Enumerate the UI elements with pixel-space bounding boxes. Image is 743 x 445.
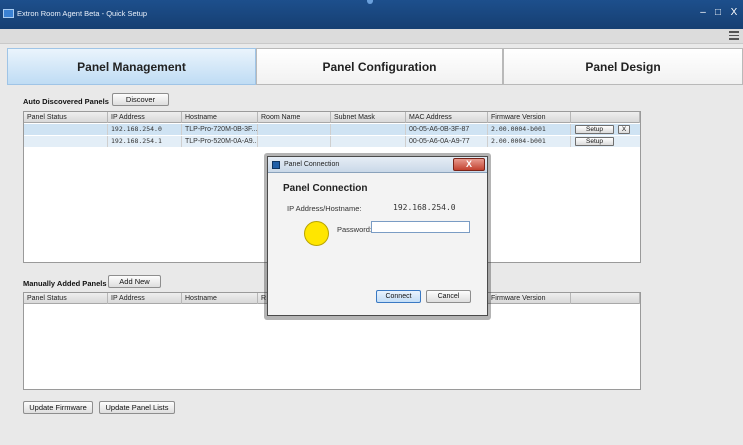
table-row[interactable]: 192.168.254.1 TLP-Pro-520M-0A-A9... 00-0…	[24, 136, 640, 147]
cancel-button[interactable]: Cancel	[426, 290, 471, 303]
column-header[interactable]: Hostname	[182, 112, 258, 123]
window-title: Extron Room Agent Beta - Quick Setup	[17, 9, 148, 18]
mac-address-cell: 00-05-A6-0A-A9-77	[406, 136, 488, 147]
ip-hostname-value: 192.168.254.0	[393, 203, 456, 212]
column-header[interactable]: IP Address	[108, 112, 182, 123]
column-header[interactable]: Room Name	[258, 112, 331, 123]
hamburger-menu-icon[interactable]	[729, 31, 739, 41]
password-field[interactable]	[371, 221, 470, 233]
panel-status-cell	[24, 136, 108, 147]
auto-discovered-label: Auto Discovered Panels	[23, 97, 109, 106]
room-name-cell[interactable]	[258, 124, 331, 135]
password-label: Password:	[337, 225, 373, 234]
subnet-mask-cell	[331, 124, 406, 135]
column-header	[571, 112, 640, 123]
column-header[interactable]: MAC Address	[406, 112, 488, 123]
dialog-title: Panel Connection	[284, 161, 340, 168]
column-header[interactable]: Panel Status	[24, 293, 108, 304]
column-header[interactable]: Panel Status	[24, 112, 108, 123]
cursor-highlight	[304, 221, 329, 246]
panel-connection-dialog: Panel Connection X Panel Connection IP A…	[267, 156, 488, 316]
tab-bar: Panel Management Panel Configuration Pan…	[7, 48, 743, 85]
update-panel-lists-button[interactable]: Update Panel Lists	[99, 401, 175, 414]
title-bar: Extron Room Agent Beta - Quick Setup – □…	[0, 0, 743, 29]
column-header[interactable]: Hostname	[182, 293, 258, 304]
minimize-button[interactable]: –	[696, 7, 710, 19]
firmware-cell: 2.00.0004-b001	[488, 124, 571, 135]
column-header[interactable]: Firmware Version	[488, 112, 571, 123]
dialog-heading: Panel Connection	[283, 183, 368, 194]
firmware-cell: 2.00.0004-b001	[488, 136, 571, 147]
ip-hostname-label: IP Address/Hostname:	[287, 204, 362, 213]
ip-address-cell: 192.168.254.0	[108, 124, 182, 135]
panel-status-cell	[24, 124, 108, 135]
column-header	[571, 293, 640, 304]
dialog-close-button[interactable]: X	[453, 158, 485, 171]
column-header[interactable]: Firmware Version	[488, 293, 571, 304]
title-bar-indicator	[367, 0, 373, 4]
dialog-title-bar[interactable]: Panel Connection X	[268, 157, 487, 173]
tab-panel-management[interactable]: Panel Management	[7, 48, 256, 85]
maximize-button[interactable]: □	[711, 7, 725, 19]
add-new-button[interactable]: Add New	[108, 275, 161, 288]
table-row[interactable]: 192.168.254.0 TLP-Pro-720M-0B-3F... 00-0…	[24, 124, 640, 135]
discover-button[interactable]: Discover	[112, 93, 169, 106]
table-header: Panel Status IP Address Hostname Room Na…	[24, 112, 640, 123]
toolbar	[0, 29, 743, 44]
tab-panel-design[interactable]: Panel Design	[503, 48, 743, 85]
close-button[interactable]: X	[727, 7, 741, 19]
ip-address-cell: 192.168.254.1	[108, 136, 182, 147]
setup-button[interactable]: Setup	[575, 125, 614, 134]
tab-panel-configuration[interactable]: Panel Configuration	[256, 48, 503, 85]
manually-added-label: Manually Added Panels	[23, 279, 107, 288]
hostname-cell: TLP-Pro-720M-0B-3F...	[182, 124, 258, 135]
subnet-mask-cell	[331, 136, 406, 147]
room-name-cell[interactable]	[258, 136, 331, 147]
dialog-app-icon	[272, 161, 280, 169]
update-firmware-button[interactable]: Update Firmware	[23, 401, 93, 414]
hostname-cell: TLP-Pro-520M-0A-A9...	[182, 136, 258, 147]
setup-button[interactable]: Setup	[575, 137, 614, 146]
connect-button[interactable]: Connect	[376, 290, 421, 303]
remove-panel-button[interactable]: X	[618, 125, 630, 134]
column-header[interactable]: IP Address	[108, 293, 182, 304]
column-header[interactable]: Subnet Mask	[331, 112, 406, 123]
mac-address-cell: 00-05-A6-0B-3F-87	[406, 124, 488, 135]
app-icon	[3, 9, 14, 18]
